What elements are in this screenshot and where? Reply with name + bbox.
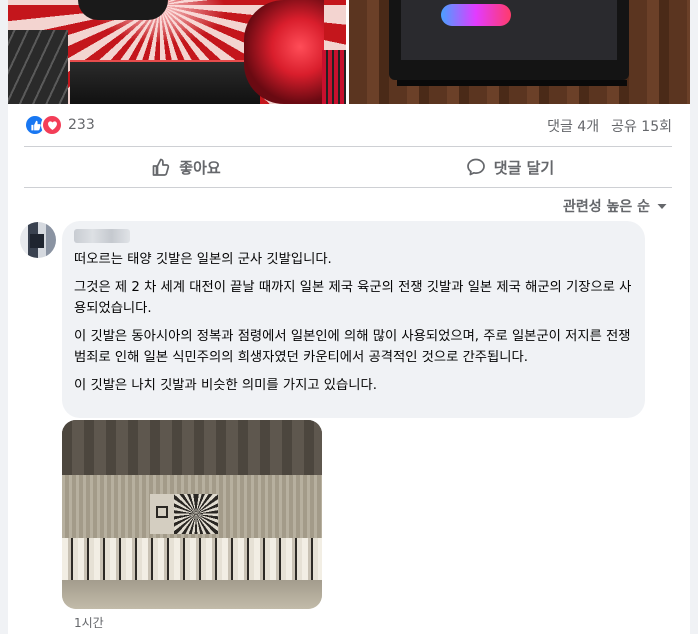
comment-button-label: 댓글 달기 [493, 158, 555, 177]
image-detail [322, 50, 346, 104]
comment-paragraph: 떠오르는 태양 깃발은 일본의 군사 깃발입니다. [74, 252, 332, 267]
comment-author-name-blurred[interactable] [74, 229, 130, 243]
comment-paragraph: 이 깃발은 동아시아의 정복과 점령에서 일본인에 의해 많이 사용되었으며, … [74, 329, 631, 365]
shares-count-link[interactable]: 공유 15회 [611, 116, 672, 136]
image-detail [244, 0, 324, 104]
post-image-pc-build-red[interactable] [8, 0, 346, 104]
comment-paragraph: 이 깃발은 나치 깃발과 비슷한 의미를 가지고 있습니다. [74, 378, 377, 393]
post-stats: 댓글 4개 공유 15회 [547, 116, 672, 136]
love-icon [41, 114, 63, 136]
comment-attached-photo[interactable] [62, 420, 322, 609]
image-detail [441, 4, 511, 26]
comment-paragraph: 그것은 제 2 차 세계 대전이 끝날 때까지 일본 제국 육군의 전쟁 깃발과… [74, 280, 632, 316]
photo-detail [62, 580, 322, 609]
feed-background-left [0, 0, 8, 634]
post-image-pc-case-wood[interactable] [349, 0, 690, 104]
image-detail [397, 80, 627, 86]
photo-detail [150, 494, 174, 534]
post-actions: 좋아요 댓글 달기 [24, 148, 672, 186]
photo-detail [174, 494, 218, 534]
feed-background-right [690, 0, 698, 634]
comments-count-link[interactable]: 댓글 4개 [547, 116, 599, 136]
reaction-count: 233 [68, 117, 95, 133]
facebook-post: 233 댓글 4개 공유 15회 좋아요 댓글 달기 관련성 높은 순 떠오르는… [0, 0, 698, 634]
caret-down-icon [657, 204, 667, 209]
avatar[interactable] [20, 222, 56, 258]
image-detail [8, 30, 68, 104]
comment-text: 떠오르는 태양 깃발은 일본의 군사 깃발입니다. 그것은 제 2 차 세계 대… [74, 249, 634, 403]
comment-timestamp[interactable]: 1시간 [74, 614, 104, 631]
photo-detail [62, 538, 322, 580]
like-button-label: 좋아요 [179, 158, 221, 177]
image-detail [70, 62, 260, 104]
reactions-summary[interactable]: 233 [24, 113, 95, 137]
like-button[interactable]: 좋아요 [24, 148, 348, 186]
avatar-detail [30, 234, 44, 248]
comment-sort-dropdown[interactable]: 관련성 높은 순 [563, 196, 668, 216]
photo-detail [62, 420, 322, 480]
comment-button[interactable]: 댓글 달기 [348, 148, 672, 186]
divider [24, 146, 672, 147]
image-detail [78, 0, 168, 20]
comment-bubble-icon [466, 158, 485, 176]
thumbs-up-icon [152, 158, 170, 176]
sort-label: 관련성 높은 순 [562, 199, 650, 215]
comment-bubble: 떠오르는 태양 깃발은 일본의 군사 깃발입니다. 그것은 제 2 차 세계 대… [62, 221, 645, 418]
divider [24, 187, 672, 188]
